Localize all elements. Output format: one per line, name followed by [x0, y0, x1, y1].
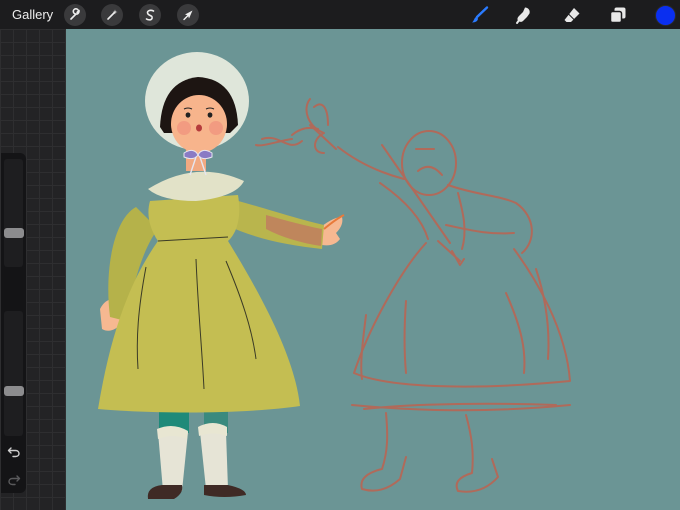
redo-icon[interactable] — [7, 473, 21, 491]
gallery-button[interactable]: Gallery — [12, 7, 53, 22]
eraser-icon[interactable] — [561, 4, 583, 26]
brush-size-slider[interactable] — [4, 159, 24, 267]
color-picker-button[interactable] — [655, 5, 676, 26]
canvas-artwork — [98, 52, 571, 499]
magic-wand-icon[interactable] — [101, 4, 123, 26]
brush-icon[interactable] — [469, 4, 491, 26]
wrench-icon[interactable] — [64, 4, 86, 26]
opacity-slider[interactable] — [4, 311, 24, 436]
drawing-canvas[interactable] — [66, 29, 680, 510]
brush-size-thumb[interactable] — [4, 228, 24, 238]
top-toolbar: Gallery — [0, 0, 680, 29]
slider-panel — [1, 153, 26, 493]
colored-character-illustration — [98, 52, 345, 499]
left-sidebar — [0, 29, 66, 510]
undo-icon[interactable] — [7, 445, 21, 463]
opacity-thumb[interactable] — [4, 386, 24, 396]
smudge-finger-icon[interactable] — [513, 4, 535, 26]
sketch-figure-drawing — [255, 98, 571, 493]
arrow-cursor-icon[interactable] — [177, 4, 199, 26]
selection-s-icon[interactable] — [139, 4, 161, 26]
layers-icon[interactable] — [607, 4, 629, 26]
